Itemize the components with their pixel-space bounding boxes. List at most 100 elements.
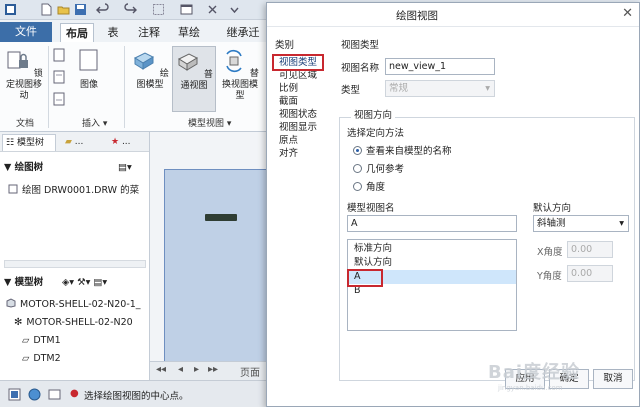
group-label-insert[interactable]: 插入 ▾	[82, 116, 107, 129]
customize-toolbar-icon[interactable]	[228, 3, 241, 16]
close-window-icon[interactable]	[206, 3, 219, 16]
y-angle-label: Y角度	[537, 271, 562, 282]
regenerate-icon[interactable]	[152, 3, 165, 16]
full-screen-icon[interactable]	[48, 388, 61, 401]
insert-group-text: 插入	[82, 119, 101, 129]
default-orientation-label: 默认方向	[533, 203, 572, 214]
radio-unselected-icon	[353, 182, 362, 191]
graphics-toolbar-icon[interactable]	[8, 388, 21, 401]
tab-file[interactable]: 文件	[0, 22, 52, 42]
orientation-method-label: 选择定向方法	[347, 128, 405, 139]
status-message: 选择绘图视图的中心点。	[84, 391, 189, 402]
save-icon[interactable]	[74, 3, 87, 16]
tab-folder-browser[interactable]: ▰ ...	[62, 134, 102, 151]
view-name-input[interactable]: new_view_1	[385, 58, 495, 75]
tab-favorites[interactable]: ★ ...	[108, 134, 148, 151]
datum-plane-icon: ▱	[22, 353, 30, 364]
type-select[interactable]: 常规 ▾	[385, 80, 495, 97]
tab-model-tree[interactable]: ☷ 模型树	[2, 134, 56, 151]
general-view-icon	[178, 53, 199, 71]
drawing-model-button[interactable]: 绘图模型	[130, 48, 170, 91]
next-page-icon[interactable]: ▸	[194, 364, 199, 375]
part-icon	[6, 298, 16, 308]
baidu-watermark-logo: Bai度经验 jingyan.baidu.com	[488, 358, 640, 394]
page-tab-label[interactable]: 页面	[240, 364, 260, 379]
dropdown-arrow-icon: ▾	[100, 119, 108, 129]
watermark-subtext: jingyan.baidu.com	[498, 384, 563, 392]
radio-geometry-reference[interactable]: 几何参考	[353, 161, 404, 175]
dialog-title-bar: 绘图视图 ✕	[267, 3, 639, 27]
tree-item-part[interactable]: MOTOR-SHELL-02-N20-1_	[0, 296, 150, 314]
page-setup-icon[interactable]	[52, 48, 66, 62]
first-page-icon[interactable]: ◂◂	[156, 364, 166, 375]
sheet-icon[interactable]	[52, 70, 66, 84]
category-sections[interactable]: 截面	[279, 95, 298, 108]
prev-page-icon[interactable]: ◂	[178, 364, 183, 375]
tab-sketch[interactable]: 草绘	[172, 23, 206, 42]
list-item[interactable]: 标准方向	[348, 242, 516, 256]
category-selection-highlight	[272, 54, 324, 71]
open-folder-icon[interactable]	[57, 3, 70, 16]
drawing-tree-header[interactable]: ▼ 绘图树 ▤▾	[0, 159, 150, 177]
category-view-display[interactable]: 视图显示	[279, 121, 317, 134]
tab-legacy-migration[interactable]: 继承迁	[220, 23, 266, 42]
tab-layout[interactable]: 布局	[60, 23, 94, 42]
collapse-arrow-icon: ▼	[4, 162, 15, 173]
model-tree-header[interactable]: ▼ 模型树 ◈▾ ⚒▾ ▤▾	[0, 274, 150, 292]
globe-icon[interactable]	[28, 388, 41, 401]
category-scale[interactable]: 比例	[279, 82, 298, 95]
tree-item-datum-plane[interactable]: ▱ DTM2	[0, 350, 150, 368]
category-alignment[interactable]: 对齐	[279, 147, 298, 160]
category-list: 视图类型 可见区域 比例 截面 视图状态 视图显示 原点 对齐	[273, 49, 335, 351]
radio-label: 几何参考	[366, 164, 405, 175]
tree-item-label: DTM1	[33, 335, 61, 346]
coordinate-system-icon: ✻	[14, 317, 23, 328]
settings-dropdown-icon[interactable]: ▤▾	[118, 159, 132, 177]
close-icon[interactable]: ✕	[622, 6, 633, 21]
watermark-text: Bai度经验	[488, 362, 581, 383]
image-button[interactable]: 图像	[74, 48, 104, 91]
default-orientation-select[interactable]: 斜轴测 ▾	[533, 215, 629, 232]
drawing-sheet[interactable]	[164, 169, 274, 369]
tree-item-csys[interactable]: ✻ MOTOR-SHELL-02-N20	[0, 314, 150, 332]
tree-tab-bar: ☷ 模型树 ▰ ... ★ ...	[0, 132, 149, 152]
category-origin[interactable]: 原点	[279, 134, 298, 147]
view-name-label: 视图名称	[341, 63, 380, 74]
default-orientation-value: 斜轴测	[537, 218, 566, 229]
general-view-button[interactable]: 普通视图	[172, 46, 216, 112]
redo-icon[interactable]	[124, 3, 137, 16]
tree-tools-icon[interactable]: ◈▾ ⚒▾ ▤▾	[62, 274, 107, 292]
tree-scrollbar[interactable]	[4, 260, 146, 268]
list-item[interactable]: 默认方向	[348, 256, 516, 270]
tab-annotate[interactable]: 注释	[132, 23, 166, 42]
undo-icon[interactable]	[96, 3, 109, 16]
group-label-model-views[interactable]: 模型视图 ▾	[188, 116, 231, 129]
drawing-tree-title: 绘图树	[14, 162, 44, 173]
drawing-file-icon	[8, 184, 18, 194]
message-arrow-icon: ●	[70, 388, 79, 399]
graphics-window[interactable]	[150, 132, 274, 380]
dialog-title: 绘图视图	[396, 10, 438, 22]
new-file-icon[interactable]	[40, 3, 53, 16]
window-icon[interactable]	[180, 3, 193, 16]
radio-angle[interactable]: 角度	[353, 179, 385, 193]
tree-item-drawing[interactable]: 绘图 DRW0001.DRW 的菜	[0, 182, 150, 200]
tree-item-datum-plane[interactable]: ▱ DTM1	[0, 332, 150, 350]
model-view-name-input[interactable]: A	[347, 215, 517, 232]
lock-view-move-button[interactable]: 锁定视图移动	[2, 48, 46, 102]
tab-table[interactable]: 表	[100, 23, 126, 42]
radio-model-name[interactable]: 查看来自模型的名称	[353, 143, 452, 157]
category-view-states[interactable]: 视图状态	[279, 108, 317, 121]
tree-item-label: 绘图 DRW0001.DRW 的菜	[22, 185, 140, 196]
replace-view-model-button[interactable]: 替换视图模型	[218, 48, 262, 102]
tree-icon: ☷	[6, 138, 17, 148]
radio-label: 查看来自模型的名称	[366, 146, 452, 157]
x-angle-input[interactable]: 0.00	[567, 241, 613, 258]
app-logo-icon	[5, 4, 16, 15]
y-angle-input[interactable]: 0.00	[567, 265, 613, 282]
last-page-icon[interactable]: ▸▸	[208, 364, 218, 375]
image-label: 图像	[79, 80, 98, 90]
datum-plane-icon: ▱	[22, 335, 30, 346]
tree-item-label: MOTOR-SHELL-02-N20-1_	[20, 299, 141, 310]
properties-icon[interactable]	[52, 92, 66, 106]
